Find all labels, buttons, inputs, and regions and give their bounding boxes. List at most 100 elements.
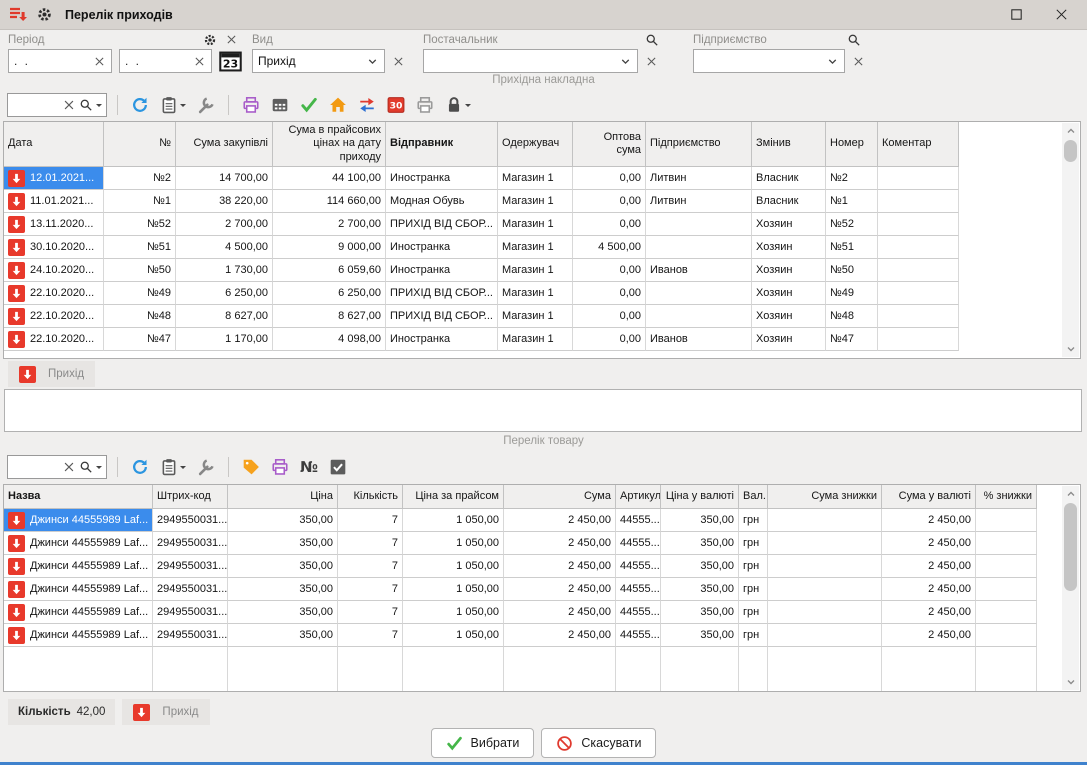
grid-cell[interactable]: 6 250,00 <box>273 282 386 305</box>
column-header[interactable]: Артикул <box>616 485 661 509</box>
grid-cell[interactable]: 4 500,00 <box>573 236 646 259</box>
grid-cell[interactable]: 2 450,00 <box>882 532 976 555</box>
scroll-down-icon[interactable] <box>1062 674 1079 690</box>
refresh-button[interactable] <box>128 92 152 118</box>
grid-cell[interactable]: 9 000,00 <box>273 236 386 259</box>
grid-cell[interactable]: №1 <box>826 190 878 213</box>
column-header[interactable]: Вал. <box>739 485 768 509</box>
view-clear-icon[interactable] <box>392 55 405 68</box>
grid-cell[interactable]: 1 170,00 <box>176 328 273 351</box>
column-header[interactable]: Назва <box>4 485 153 509</box>
grid-cell[interactable]: 0,00 <box>573 190 646 213</box>
column-header[interactable]: Оптова сума <box>573 122 646 167</box>
grid-cell[interactable]: Хозяин <box>752 236 826 259</box>
grid-cell[interactable]: Власник <box>752 190 826 213</box>
grid-cell[interactable]: 350,00 <box>228 509 338 532</box>
grid-cell[interactable]: 2 450,00 <box>504 509 616 532</box>
grid-cell[interactable]: 2949550031... <box>153 624 228 647</box>
grid-cell[interactable]: Джинси 44555989 Laf... <box>4 555 153 578</box>
grid-cell[interactable]: 44555... <box>616 555 661 578</box>
grid-cell[interactable] <box>976 578 1037 601</box>
grid-cell[interactable]: 1 050,00 <box>403 555 504 578</box>
grid-cell[interactable]: 7 <box>338 578 403 601</box>
grid-cell[interactable]: 22.10.2020... <box>4 328 104 351</box>
grid-cell[interactable]: 44555... <box>616 578 661 601</box>
grid-cell[interactable]: грн <box>739 532 768 555</box>
wrench-button[interactable] <box>194 92 218 118</box>
search-icon[interactable] <box>79 460 93 474</box>
grid-cell[interactable]: Джинси 44555989 Laf... <box>4 532 153 555</box>
column-header[interactable]: № <box>104 122 176 167</box>
column-header[interactable]: Сума у валюті <box>882 485 976 509</box>
column-header[interactable]: Кількість <box>338 485 403 509</box>
grid-cell[interactable]: Иностранка <box>386 167 498 190</box>
grid-cell[interactable]: 350,00 <box>661 624 739 647</box>
grid-cell[interactable]: 0,00 <box>573 259 646 282</box>
grid-cell[interactable]: №51 <box>826 236 878 259</box>
grid-cell[interactable]: 2949550031... <box>153 578 228 601</box>
grid-cell[interactable]: Хозяин <box>752 305 826 328</box>
printer-purple-button[interactable] <box>239 92 263 118</box>
grid-cell[interactable]: 0,00 <box>573 305 646 328</box>
grid-cell[interactable]: грн <box>739 624 768 647</box>
grid-cell[interactable]: Джинси 44555989 Laf... <box>4 601 153 624</box>
date-to-input[interactable]: . . <box>119 49 212 73</box>
period-clear-icon[interactable] <box>225 33 238 46</box>
grid-cell[interactable]: №52 <box>104 213 176 236</box>
grid-cell[interactable]: грн <box>739 578 768 601</box>
grid-cell[interactable]: Иванов <box>646 259 752 282</box>
grid-cell[interactable]: 12.01.2021... <box>4 167 104 190</box>
grid-cell[interactable]: грн <box>739 601 768 624</box>
search-clear-icon[interactable] <box>62 98 76 112</box>
grid-cell[interactable]: 350,00 <box>661 601 739 624</box>
column-header[interactable]: Сума закупівлі <box>176 122 273 167</box>
grid-cell[interactable]: 7 <box>338 601 403 624</box>
column-header[interactable]: Підприємство <box>646 122 752 167</box>
grid-cell[interactable]: №48 <box>104 305 176 328</box>
grid-cell[interactable]: 350,00 <box>661 509 739 532</box>
grid-cell[interactable]: Магазин 1 <box>498 167 573 190</box>
grid-cell[interactable]: 0,00 <box>573 167 646 190</box>
grid-cell[interactable]: 38 220,00 <box>176 190 273 213</box>
tag-button[interactable] <box>239 454 263 480</box>
grid-cell[interactable]: 11.01.2021... <box>4 190 104 213</box>
grid-cell[interactable]: Литвин <box>646 190 752 213</box>
table-row[interactable]: Джинси 44555989 Laf...2949550031...350,0… <box>4 532 1080 555</box>
grid-cell[interactable]: №48 <box>826 305 878 328</box>
grid-cell[interactable] <box>646 282 752 305</box>
calendar-picker-icon[interactable]: 23 <box>219 50 242 73</box>
grid-cell[interactable]: Иностранка <box>386 328 498 351</box>
table-row[interactable]: 30.10.2020...№514 500,009 000,00Иностран… <box>4 236 1080 259</box>
grid-cell[interactable]: №49 <box>826 282 878 305</box>
grid-cell[interactable]: Магазин 1 <box>498 305 573 328</box>
refresh-button[interactable] <box>128 454 152 480</box>
lock-button[interactable] <box>442 92 474 118</box>
grid-cell[interactable]: 1 050,00 <box>403 532 504 555</box>
swap-arrows-button[interactable] <box>355 92 379 118</box>
checkbox-button[interactable] <box>326 454 350 480</box>
calendar-30-button[interactable]: 30 <box>384 92 408 118</box>
grid-cell[interactable]: 22.10.2020... <box>4 282 104 305</box>
close-button[interactable] <box>1043 0 1079 30</box>
grid-cell[interactable]: №50 <box>826 259 878 282</box>
grid-cell[interactable]: 350,00 <box>661 578 739 601</box>
grid-cell[interactable] <box>878 190 959 213</box>
date-from-input[interactable]: . . <box>8 49 112 73</box>
search-icon[interactable] <box>79 98 93 112</box>
grid-table-button[interactable] <box>268 92 292 118</box>
gear-icon[interactable] <box>36 6 53 23</box>
view-select[interactable]: Прихід <box>252 49 385 73</box>
column-header[interactable]: Коментар <box>878 122 959 167</box>
grid-cell[interactable]: 2949550031... <box>153 532 228 555</box>
grid-cell[interactable] <box>976 509 1037 532</box>
table-row[interactable]: 24.10.2020...№501 730,006 059,60Иностран… <box>4 259 1080 282</box>
grid-cell[interactable]: Джинси 44555989 Laf... <box>4 578 153 601</box>
grid-cell[interactable]: 4 500,00 <box>176 236 273 259</box>
comment-box[interactable] <box>4 389 1082 432</box>
grid-cell[interactable]: 2 450,00 <box>504 532 616 555</box>
grid-cell[interactable]: Хозяин <box>752 282 826 305</box>
column-header[interactable]: Ціна <box>228 485 338 509</box>
tab-prihid-bottom[interactable]: Прихід <box>122 699 209 725</box>
grid-cell[interactable]: 44555... <box>616 624 661 647</box>
grid-cell[interactable]: 6 250,00 <box>176 282 273 305</box>
